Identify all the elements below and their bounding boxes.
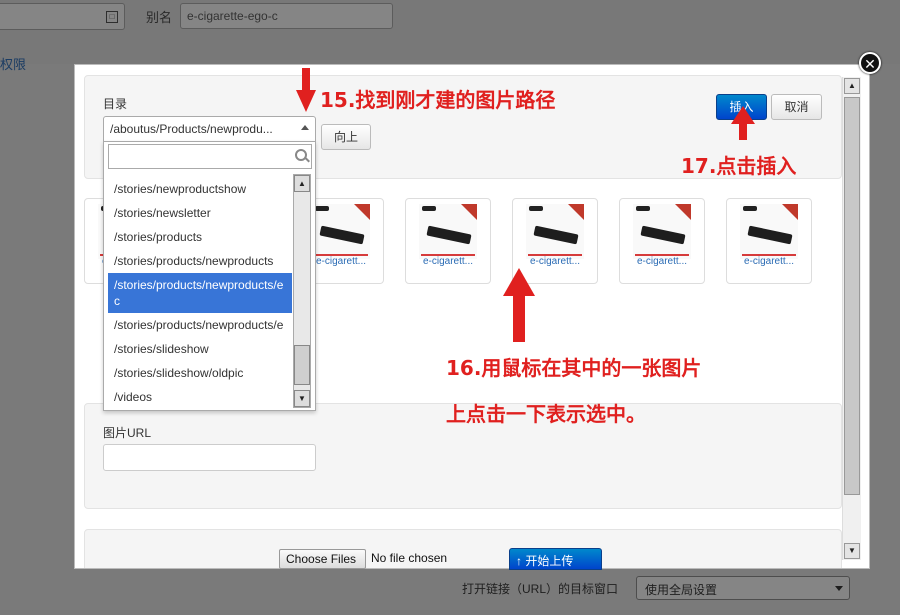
- thumbnail-caption: e-cigarett...: [529, 256, 581, 267]
- image-thumbnail[interactable]: e-cigarett...: [619, 198, 705, 284]
- image-thumbnail[interactable]: e-cigarett...: [726, 198, 812, 284]
- dropdown-item[interactable]: /stories/products/newproducts/ec: [108, 273, 292, 313]
- thumbnail-image: [419, 204, 477, 259]
- up-button[interactable]: 向上: [321, 124, 371, 150]
- image-url-label: 图片URL: [103, 426, 152, 440]
- search-icon: [295, 149, 307, 161]
- dropdown-list: /stories/newproductshow/stories/newslett…: [108, 177, 292, 409]
- alias-label: 别名: [146, 10, 173, 25]
- arrow-up-icon: [503, 268, 535, 296]
- dropdown-item[interactable]: /stories/products/newproducts/e: [108, 313, 292, 337]
- chevron-up-icon: [301, 125, 309, 130]
- dropdown-item[interactable]: /stories/products/newproducts: [108, 249, 292, 273]
- alias-input[interactable]: e-cigarette-ego-c: [180, 3, 393, 29]
- arrow-up-icon: [731, 106, 755, 124]
- link-target-label: 打开链接（URL）的目标窗口: [462, 582, 619, 596]
- directory-label: 目录: [103, 97, 128, 111]
- dropdown-item[interactable]: /stories/products: [108, 225, 292, 249]
- close-icon[interactable]: ✕: [859, 52, 881, 74]
- background-topbar: [0, 0, 900, 64]
- directory-select-value: /aboutus/Products/newprodu...: [110, 122, 273, 136]
- thumbnail-caption: e-cigarett...: [422, 256, 474, 267]
- dropdown-item[interactable]: /stories/slideshow/oldpic: [108, 361, 292, 385]
- permissions-link[interactable]: 权限: [0, 54, 26, 73]
- annotation-step15: 15.找到刚才建的图片路径: [320, 88, 556, 112]
- dropdown-scroll-down-icon[interactable]: ▼: [294, 390, 310, 407]
- dropdown-scroll-up-icon[interactable]: ▲: [294, 175, 310, 192]
- dropdown-search-input[interactable]: [108, 144, 312, 169]
- thumbnail-image: [526, 204, 584, 259]
- upload-panel: [84, 529, 842, 568]
- thumbnail-image: [312, 204, 370, 259]
- annotation-step16-line1: 16.用鼠标在其中的一张图片: [446, 356, 702, 380]
- dropdown-item[interactable]: /stories/newproductshow: [108, 177, 292, 201]
- field-icon: □: [106, 11, 118, 23]
- scroll-thumb[interactable]: [844, 97, 860, 495]
- background-field: □: [0, 3, 125, 30]
- upload-button[interactable]: ↑ 开始上传: [509, 548, 602, 570]
- thumbnail-image: [633, 204, 691, 259]
- choose-file-button[interactable]: Choose Files: [279, 549, 366, 569]
- dropdown-scrollbar[interactable]: ▲ ▼: [293, 174, 311, 408]
- no-file-text: No file chosen: [371, 551, 448, 565]
- thumbnail-caption: e-cigarett...: [743, 256, 795, 267]
- thumbnail-image: [740, 204, 798, 259]
- directory-select[interactable]: /aboutus/Products/newprodu...: [103, 116, 316, 142]
- arrow-step16-shaft: [513, 296, 525, 342]
- image-thumbnail[interactable]: e-cigarett...: [405, 198, 491, 284]
- modal-scrollbar[interactable]: ▲ ▼: [842, 77, 861, 560]
- arrow-down-icon: [296, 90, 316, 112]
- dropdown-item[interactable]: /stories/newsletter: [108, 201, 292, 225]
- dropdown-item[interactable]: /stories/slideshow: [108, 337, 292, 361]
- arrow-step15-shaft: [302, 68, 310, 90]
- link-target-select[interactable]: 使用全局设置: [636, 576, 850, 600]
- annotation-step17: 17.点击插入: [681, 154, 797, 178]
- link-target-select-value: 使用全局设置: [645, 583, 718, 597]
- annotation-step16-line2: 上点击一下表示选中。: [446, 402, 646, 426]
- scroll-down-icon[interactable]: ▼: [844, 543, 860, 559]
- cancel-button[interactable]: 取消: [771, 94, 822, 120]
- directory-dropdown: /stories/newproductshow/stories/newslett…: [103, 141, 316, 411]
- image-url-input[interactable]: [103, 444, 316, 471]
- arrow-step17-shaft: [739, 124, 747, 140]
- dropdown-scroll-thumb[interactable]: [294, 345, 310, 385]
- chevron-down-icon: [835, 586, 843, 591]
- dropdown-item[interactable]: /videos: [108, 385, 292, 409]
- thumbnail-caption: e-cigarett...: [636, 256, 688, 267]
- scroll-up-icon[interactable]: ▲: [844, 78, 860, 94]
